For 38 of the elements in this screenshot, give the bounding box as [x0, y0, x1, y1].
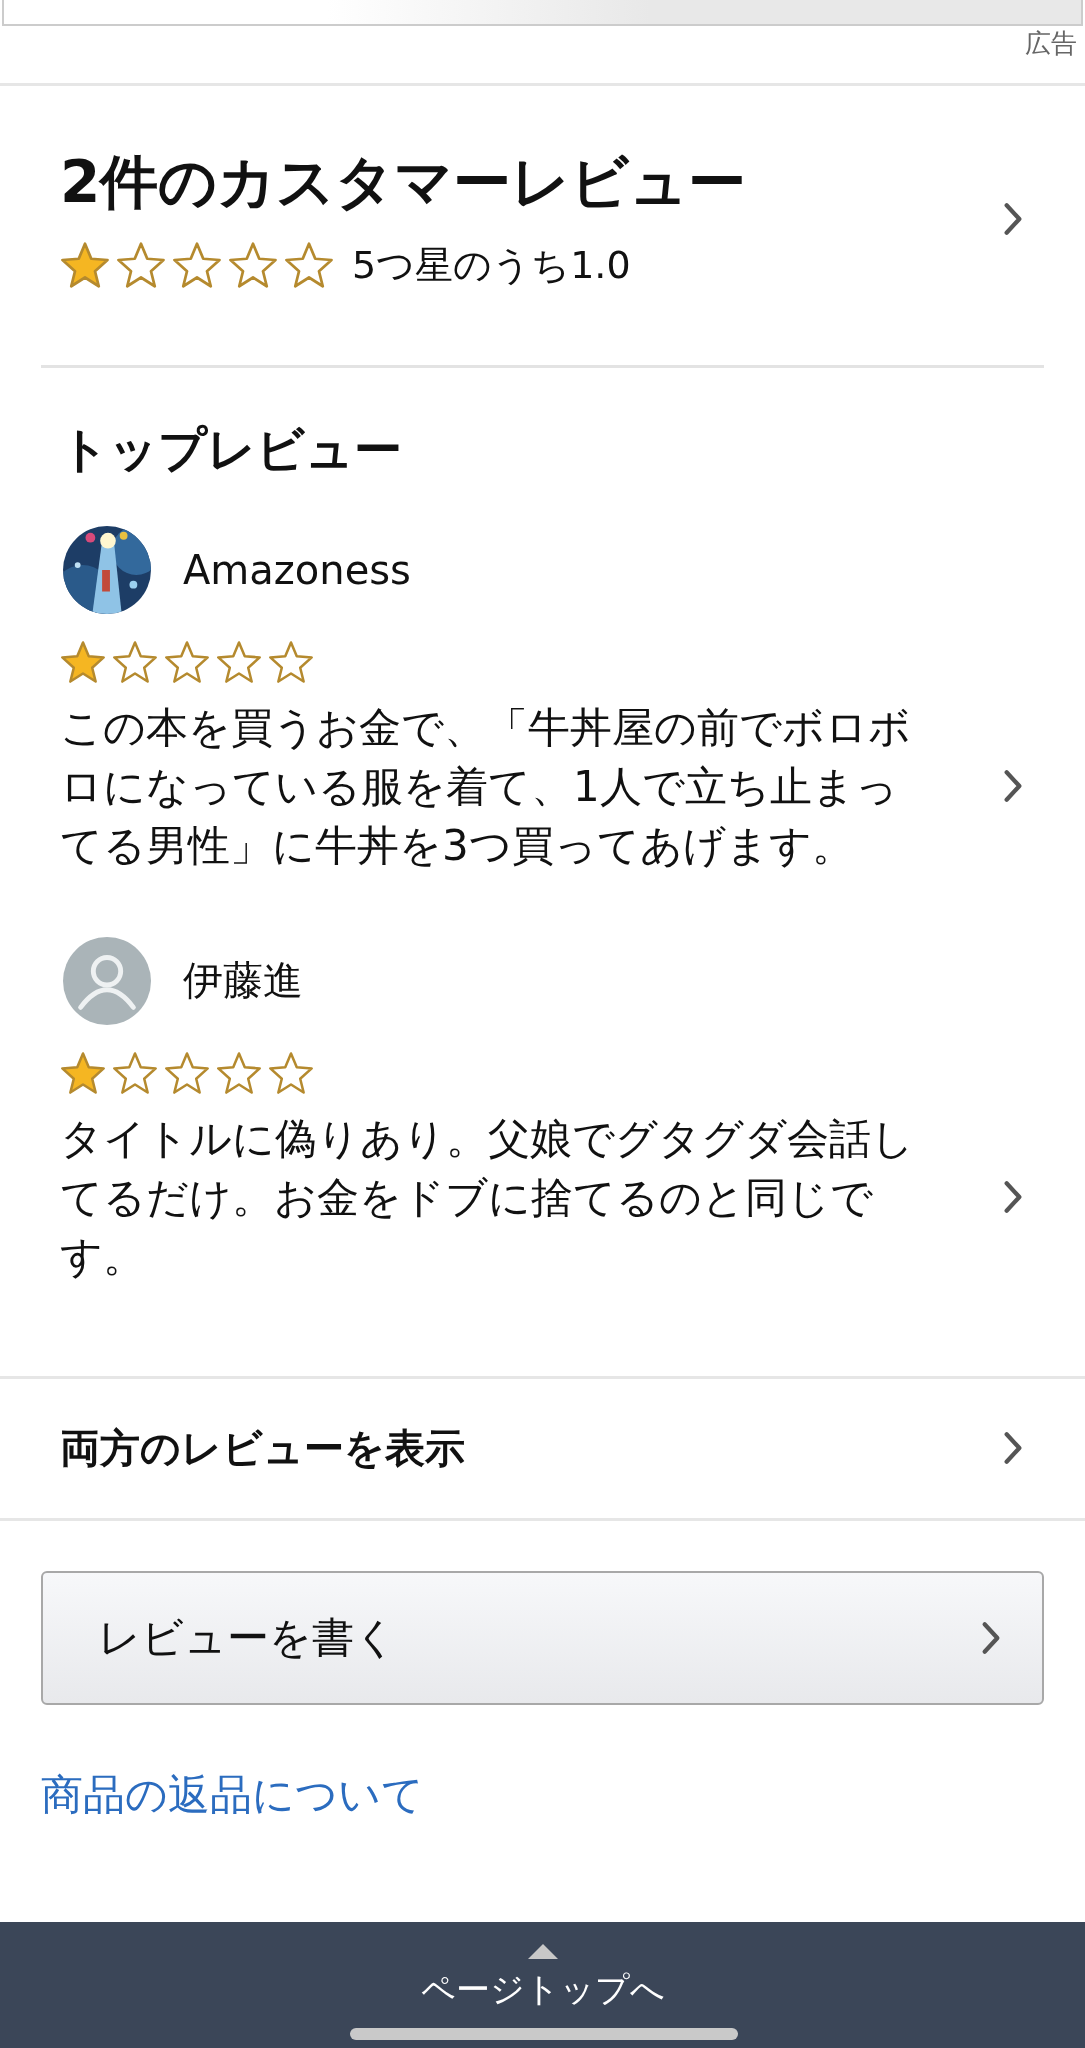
empty-star-icon: [284, 241, 334, 290]
show-all-reviews-link[interactable]: 両方のレビューを表示: [0, 1375, 1085, 1521]
review-item[interactable]: この本を買うお金で、「牛丼屋の前でボロボロになっている服を着て、1人で立ち止まってる男性」に牛丼を3つ買ってあげます。: [60, 697, 1044, 875]
avatar-icon: [63, 936, 151, 1025]
reviews-heading: 2件のカスタマーレビュー: [60, 148, 747, 218]
section-heading: トップレビュー: [60, 419, 403, 479]
review-text: この本を買うお金で、「牛丼屋の前でボロボロになっている服を着て、1人で立ち止まってる男性」に牛丼を3つ買ってあげます。: [60, 701, 912, 872]
chevron-icon: [1002, 768, 1024, 805]
filled-star-icon: [60, 1050, 106, 1095]
filled-star-icon: [60, 241, 110, 290]
page-top-link[interactable]: ページトップへ: [420, 1922, 665, 2048]
rating-text: 5つ星のうち1.0: [352, 241, 631, 289]
empty-star-icon: [268, 639, 314, 684]
empty-star-icon: [164, 639, 210, 684]
chevron-icon: [1002, 1179, 1024, 1216]
empty-star-icon: [116, 241, 166, 290]
chevron-icon: [980, 1619, 1002, 1656]
filled-star-icon: [60, 639, 106, 684]
ad-label: 広告: [1025, 27, 1077, 60]
up-arrow-icon: [527, 1944, 558, 1959]
link-label: 両方のレビューを表示: [60, 1423, 465, 1473]
chevron-icon: [1002, 201, 1024, 238]
review-text: タイトルに偽りあり。父娘でグタグダ会話してるだけ。お金をドブに捨てるのと同じです。: [60, 1112, 915, 1283]
empty-star-icon: [112, 639, 158, 684]
empty-star-icon: [216, 639, 262, 684]
chevron-icon: [1002, 1430, 1024, 1467]
reviewer-name: 伊藤進: [183, 956, 303, 1006]
empty-star-icon: [268, 1050, 314, 1095]
reviewer-name: Amazoness: [183, 546, 411, 593]
write-review-button[interactable]: レビューを書く: [41, 1570, 1044, 1705]
empty-star-icon: [164, 1050, 210, 1095]
empty-star-icon: [172, 241, 222, 290]
returns-link[interactable]: 商品の返品について: [41, 1769, 424, 1819]
empty-star-icon: [228, 241, 278, 290]
review-item[interactable]: タイトルに偽りあり。父娘でグタグダ会話してるだけ。お金をドブに捨てるのと同じです。: [60, 1108, 1044, 1286]
empty-star-icon: [112, 1050, 158, 1095]
empty-star-icon: [216, 1050, 262, 1095]
review-summary[interactable]: 2件のカスタマーレビュー 5つ星のうち1.0: [41, 86, 1044, 368]
